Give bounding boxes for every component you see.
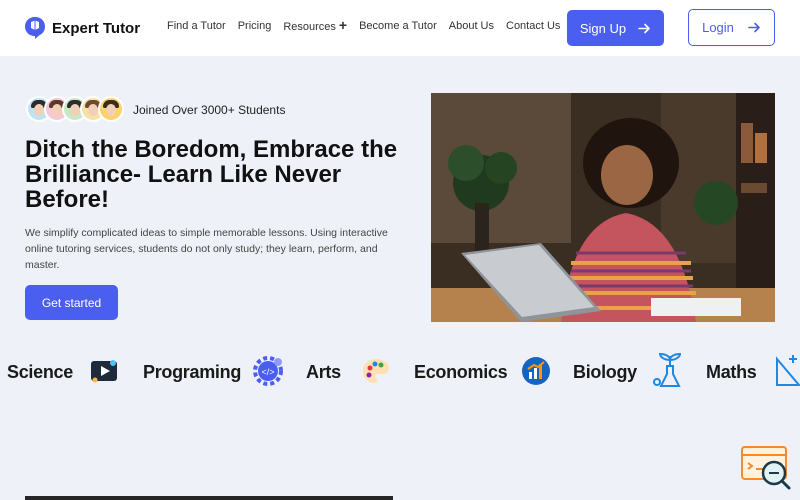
chat-widget-button[interactable] bbox=[740, 445, 792, 491]
hero-photo bbox=[431, 93, 775, 322]
subject-maths[interactable]: Maths bbox=[706, 362, 757, 383]
nav-resources[interactable]: Resources + bbox=[283, 17, 348, 33]
login-label: Login bbox=[702, 20, 734, 35]
gear-code-icon: </> bbox=[253, 356, 283, 386]
nav-become-a-tutor[interactable]: Become a Tutor bbox=[359, 20, 437, 33]
nav-resources-label: Resources bbox=[283, 21, 336, 33]
sign-up-button[interactable]: Sign Up bbox=[567, 10, 664, 46]
sign-up-label: Sign Up bbox=[579, 20, 627, 36]
site-header: Expert Tutor Find a Tutor Pricing Resour… bbox=[0, 0, 800, 56]
nav-contact-us[interactable]: Contact Us bbox=[506, 20, 560, 33]
growth-chart-icon bbox=[522, 357, 550, 385]
search-chat-icon bbox=[741, 446, 791, 490]
subject-biology[interactable]: Biology bbox=[573, 362, 637, 383]
student-avatars bbox=[26, 96, 124, 122]
get-started-button[interactable]: Get started bbox=[25, 285, 118, 320]
hero-headline: Ditch the Boredom, Embrace the Brillianc… bbox=[25, 136, 398, 213]
video-play-icon bbox=[91, 360, 117, 383]
subject-science[interactable]: Science bbox=[7, 362, 73, 383]
main-nav: Find a Tutor Pricing Resources + Become a… bbox=[167, 17, 560, 33]
student-laptop-illustration bbox=[431, 93, 775, 322]
arrow-right-icon bbox=[638, 23, 650, 33]
next-section-image bbox=[25, 496, 393, 500]
avatar bbox=[98, 96, 124, 122]
arrow-right-icon bbox=[748, 22, 760, 33]
plus-icon: + bbox=[338, 17, 348, 33]
geometry-icon bbox=[776, 355, 800, 386]
joined-students-text: Joined Over 3000+ Students bbox=[133, 103, 286, 117]
subjects-strip: Science Programing </> Arts Economics Bi… bbox=[0, 352, 800, 392]
hero-description: We simplify complicated ideas to simple … bbox=[25, 227, 388, 271]
subject-economics[interactable]: Economics bbox=[414, 362, 508, 383]
svg-text:</>: </> bbox=[261, 367, 274, 377]
nav-pricing[interactable]: Pricing bbox=[238, 20, 272, 33]
login-button[interactable]: Login bbox=[688, 9, 775, 46]
logo-icon bbox=[25, 17, 45, 39]
palette-icon bbox=[363, 359, 389, 383]
subject-arts[interactable]: Arts bbox=[306, 362, 341, 383]
plant-flask-icon bbox=[653, 352, 682, 387]
nav-find-a-tutor[interactable]: Find a Tutor bbox=[167, 20, 226, 33]
brand-logo[interactable]: Expert Tutor bbox=[24, 16, 140, 40]
nav-about-us[interactable]: About Us bbox=[449, 20, 494, 33]
brand-name: Expert Tutor bbox=[52, 19, 141, 37]
subject-programing[interactable]: Programing bbox=[143, 362, 241, 383]
